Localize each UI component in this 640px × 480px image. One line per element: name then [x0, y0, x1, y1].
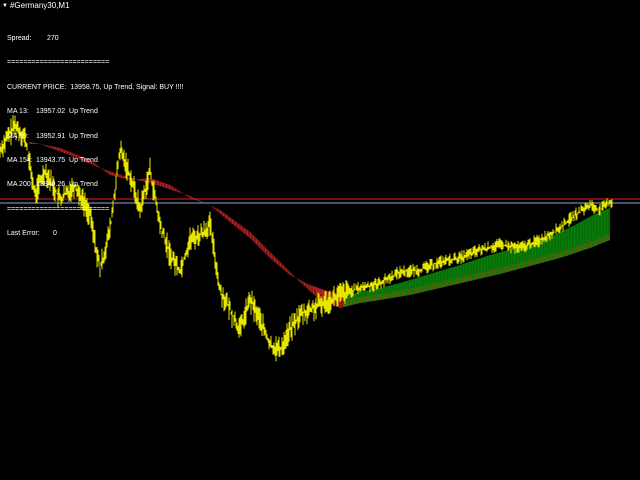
spread-row: Spread: 270	[7, 35, 183, 43]
ma-value: 13952.91	[35, 132, 66, 140]
separator-bottom: =========================	[7, 205, 110, 213]
spread-value: 270	[47, 35, 59, 42]
ma-label: MA 200:	[7, 181, 33, 189]
current-price-line: CURRENT PRICE: 13958.75, Up Trend, Signa…	[7, 83, 184, 91]
chart-title[interactable]: ▼ #Germany30,M1	[2, 1, 70, 10]
separator-top: =========================	[7, 59, 110, 67]
info-panel: Spread: 270 ========================= CUR…	[7, 19, 183, 247]
ma-trend: Up Trend	[69, 132, 98, 140]
ma-value: 13943.75	[35, 156, 66, 164]
ma-row-13: MA 13: 13957.02 Up Trend	[7, 108, 183, 116]
last-error-label: Last Error:	[7, 230, 40, 238]
ma-value: 13957.02	[35, 108, 66, 116]
symbol-timeframe-label: #Germany30,M1	[9, 1, 70, 10]
ma-row-200: MA 200: 13940.26 Up Trend	[7, 181, 183, 189]
ma-label: MA 154:	[7, 156, 33, 164]
ma-value: 13940.26	[35, 181, 66, 189]
ma-label: MA 13:	[7, 108, 29, 116]
ma-trend: Up Trend	[69, 108, 98, 116]
spread-label: Spread:	[7, 35, 32, 42]
last-error-value: 0	[53, 230, 57, 238]
dropdown-triangle-icon[interactable]: ▼	[2, 3, 8, 9]
last-error-row: Last Error: 0	[7, 230, 183, 238]
ma-row-59: MA 59: 13952.91 Up Trend	[7, 133, 183, 141]
ma-row-154: MA 154: 13943.75 Up Trend	[7, 157, 183, 165]
ma-trend: Up Trend	[69, 181, 98, 189]
ma-label: MA 59:	[7, 132, 29, 140]
ma-trend: Up Trend	[69, 156, 98, 164]
